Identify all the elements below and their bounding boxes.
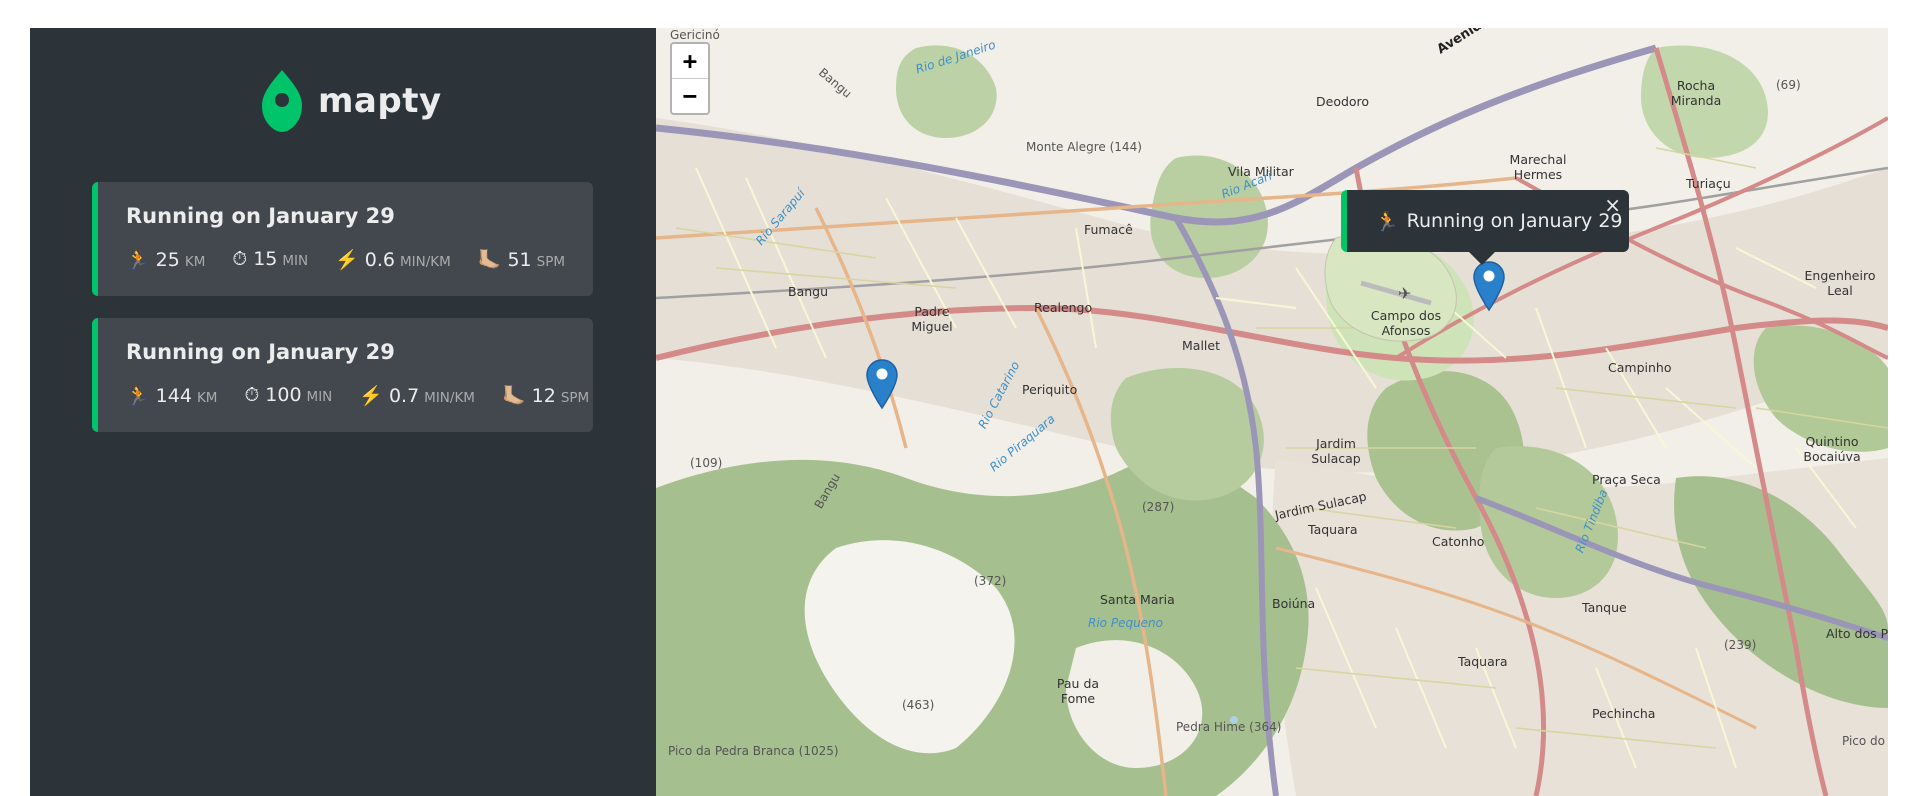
popup-tip <box>1469 252 1495 265</box>
runner-icon: 🏃 <box>126 249 150 271</box>
workout-popup[interactable]: 🏃 Running on January 29 × <box>1341 190 1629 265</box>
workout-title: Running on January 29 <box>126 204 395 228</box>
map-label: Monte Alegre (144) <box>1026 140 1142 154</box>
zoom-in-button[interactable]: + <box>672 44 708 78</box>
map-marker-icon[interactable] <box>1472 260 1506 312</box>
map-label: (69) <box>1776 78 1801 92</box>
map-label: Jardim Sulacap <box>1311 436 1361 466</box>
map-label: Periquito <box>1022 382 1078 397</box>
cadence-value: 51 <box>507 249 532 271</box>
map-label: Campo dos Afonsos <box>1370 308 1442 338</box>
pace-value: 0.7 <box>388 385 420 407</box>
distance-value: 25 <box>155 249 180 271</box>
workout-cadence: 🦶🏼 51 spm <box>478 248 565 271</box>
map-marker-icon[interactable] <box>865 358 899 410</box>
lightning-icon: ⚡️ <box>335 249 359 271</box>
map-label: (372) <box>974 574 1007 588</box>
pace-unit: min/km <box>424 390 475 406</box>
map-tiles <box>656 28 1888 796</box>
workout-details: 🏃 25 km ⏱ 15 min ⚡️ 0.6 min/km 🦶🏼 51 <box>126 248 592 271</box>
map-label: Campinho <box>1608 360 1672 375</box>
distance-value: 144 <box>155 385 192 407</box>
map-label: (287) <box>1142 500 1175 514</box>
workout-pace: ⚡️ 0.6 min/km <box>335 248 451 271</box>
workout-distance: 🏃 25 km <box>126 248 205 271</box>
close-icon[interactable]: × <box>1604 193 1621 217</box>
map-label: Fumacê <box>1084 222 1133 237</box>
map-label: Pau da Fome <box>1056 676 1100 706</box>
distance-unit: km <box>184 254 206 270</box>
stopwatch-icon: ⏱ <box>232 248 248 270</box>
map-label: Mallet <box>1182 338 1220 353</box>
map-label: Pico do <box>1842 734 1886 748</box>
workout-pace: ⚡️ 0.7 min/km <box>359 384 475 407</box>
map-label: Realengo <box>1034 300 1093 315</box>
cadence-unit: spm <box>560 390 590 406</box>
workout-distance: 🏃 144 km <box>126 384 217 407</box>
map-label: Marechal Hermes <box>1509 152 1567 182</box>
workout-card[interactable]: Running on January 29 🏃 25 km ⏱ 15 min ⚡… <box>92 182 593 296</box>
cadence-unit: spm <box>536 254 566 270</box>
map-label: Engenheiro Leal <box>1804 268 1876 298</box>
pace-value: 0.6 <box>364 249 396 271</box>
pace-unit: min/km <box>400 254 451 270</box>
airport-icon: ✈ <box>1398 284 1412 303</box>
map-label: (463) <box>902 698 935 712</box>
map-label: Rio Pequeno <box>1088 616 1163 630</box>
map-label: Tanque <box>1582 600 1627 615</box>
map[interactable]: Gericinó Rio de Janeiro Bangu Monte Aleg… <box>656 28 1888 796</box>
app-name: mapty <box>318 81 442 121</box>
map-label: Boiúna <box>1272 596 1316 611</box>
duration-unit: min <box>306 389 333 405</box>
sidebar: mapty Running on January 29 🏃 25 km ⏱ 15… <box>30 28 656 796</box>
map-label: (239) <box>1724 638 1757 652</box>
map-label: Gericinó <box>670 28 720 42</box>
workout-details: 🏃 144 km ⏱ 100 min ⚡️ 0.7 min/km 🦶🏼 12 <box>126 384 616 407</box>
map-label: Alto dos Pe <box>1826 626 1888 641</box>
workout-title: Running on January 29 <box>126 340 395 364</box>
lightning-icon: ⚡️ <box>359 385 383 407</box>
map-label: Santa Maria <box>1100 592 1175 607</box>
map-label: (109) <box>690 456 723 470</box>
logo: mapty <box>262 66 442 136</box>
foot-icon: 🦶🏼 <box>501 385 526 407</box>
map-label: Pedra Hime (364) <box>1176 720 1282 734</box>
duration-value: 100 <box>265 384 302 406</box>
map-label: Pico da Pedra Branca (1025) <box>668 744 839 758</box>
runner-icon: 🏃 <box>126 385 150 407</box>
foot-icon: 🦶🏼 <box>477 249 502 271</box>
map-pin-logo-icon <box>262 70 302 132</box>
map-label: Taquara <box>1458 654 1508 669</box>
cadence-value: 12 <box>531 385 556 407</box>
map-label: Padre Miguel <box>911 304 953 334</box>
workout-duration: ⏱ 100 min <box>244 384 332 407</box>
map-label: Turiaçu <box>1686 176 1731 191</box>
stopwatch-icon: ⏱ <box>244 384 260 406</box>
workout-card[interactable]: Running on January 29 🏃 144 km ⏱ 100 min… <box>92 318 593 432</box>
popup-text: Running on January 29 <box>1406 210 1623 232</box>
zoom-control: + − <box>670 42 710 115</box>
map-label: Deodoro <box>1316 94 1370 109</box>
duration-unit: min <box>282 253 309 269</box>
map-label: Pechincha <box>1592 706 1656 721</box>
map-label: Quintino Bocaiúva <box>1803 434 1861 464</box>
duration-value: 15 <box>253 248 278 270</box>
map-label: Rocha Miranda <box>1670 78 1722 108</box>
distance-unit: km <box>196 390 218 406</box>
app-container: mapty Running on January 29 🏃 25 km ⏱ 15… <box>30 28 1888 796</box>
map-label: Bangu <box>788 284 829 299</box>
zoom-out-button[interactable]: − <box>672 78 708 113</box>
map-label: Taquara <box>1308 522 1358 537</box>
workout-cadence: 🦶🏼 12 spm <box>502 384 589 407</box>
workout-duration: ⏱ 15 min <box>232 248 308 271</box>
map-label: Catonho <box>1432 534 1485 549</box>
runner-icon: 🏃 <box>1375 210 1399 233</box>
map-label: Praça Seca <box>1592 472 1661 487</box>
